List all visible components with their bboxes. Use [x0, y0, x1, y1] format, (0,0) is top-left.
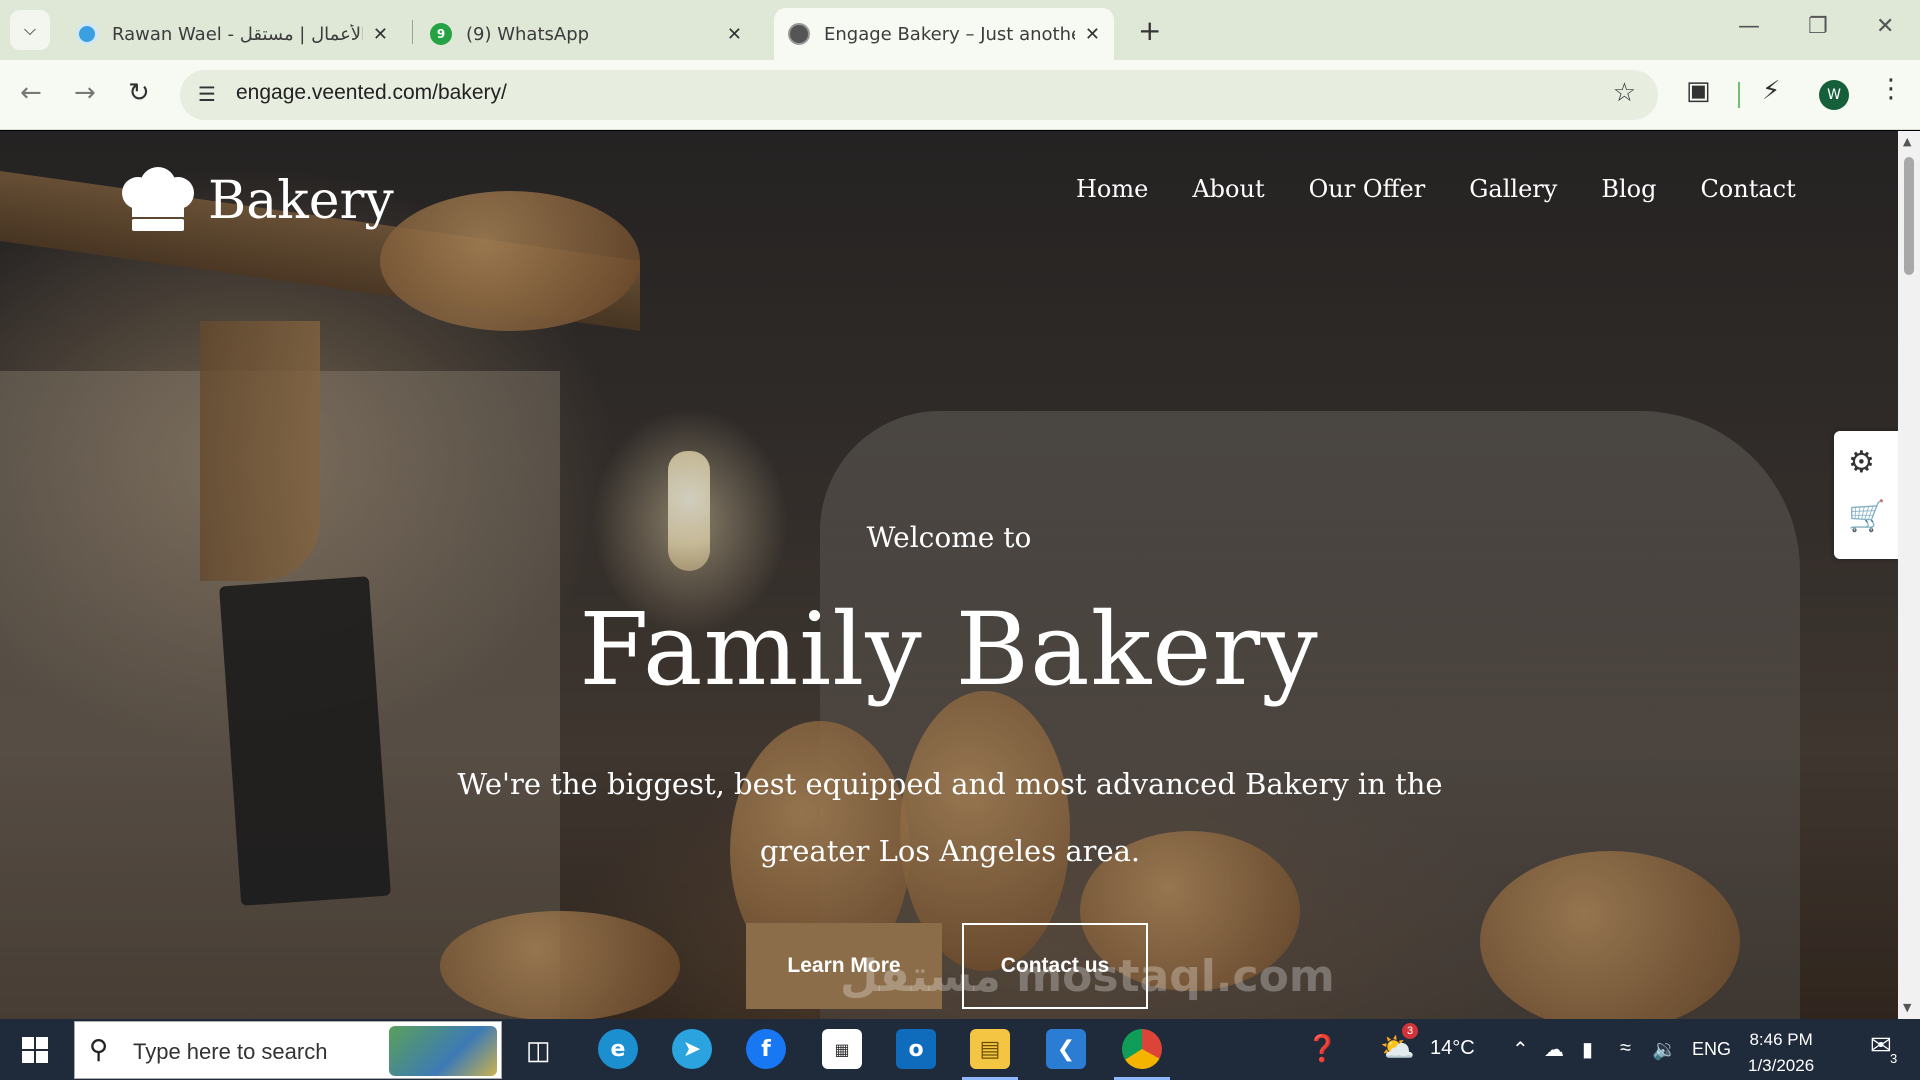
- tab-search-button[interactable]: ⌵: [10, 10, 50, 50]
- browser-tab-strip: ⌵ Rawan Wael - الأعمال | مستقل ✕ 9 (9) W…: [0, 0, 1920, 60]
- hero-title: Family Bakery: [579, 591, 1319, 708]
- address-bar[interactable]: ☰ engage.veented.com/bakery/ ☆: [180, 70, 1658, 120]
- url-text[interactable]: engage.veented.com/bakery/: [236, 81, 507, 105]
- main-navigation: Home About Our Offer Gallery Blog Contac…: [1076, 175, 1840, 203]
- taskbar-clock[interactable]: 8:46 PM 1/3/2026: [1748, 1027, 1814, 1079]
- scroll-down-arrow-icon[interactable]: ▼: [1903, 1001, 1911, 1014]
- weather-alert-badge: 3: [1402, 1023, 1418, 1039]
- clock-time: 8:46 PM: [1749, 1030, 1813, 1049]
- close-icon[interactable]: ✕: [373, 24, 388, 45]
- tab-whatsapp[interactable]: 9 (9) WhatsApp ✕: [416, 8, 756, 60]
- close-icon[interactable]: ✕: [1085, 24, 1100, 45]
- settings-gears-icon[interactable]: ⚙: [1848, 445, 1875, 480]
- wifi-icon[interactable]: ≈: [1620, 1037, 1631, 1060]
- clock-date: 1/3/2026: [1748, 1056, 1815, 1075]
- minimize-icon[interactable]: —: [1738, 14, 1760, 39]
- tab-badge: 9: [436, 27, 446, 41]
- whatsapp-icon: 9: [430, 23, 452, 45]
- chevron-down-icon: ⌵: [23, 20, 37, 39]
- profile-initial: W: [1827, 87, 1841, 103]
- windows-taskbar: ⚲ Type here to search ◫ e ➤ f ▦ o ▤ ❮ ❓ …: [0, 1019, 1920, 1080]
- page-scrollbar[interactable]: ▲ ▼: [1898, 131, 1920, 1019]
- battery-icon[interactable]: ▮: [1582, 1037, 1593, 1062]
- volume-icon[interactable]: 🔉: [1652, 1037, 1677, 1062]
- hero-description: We're the biggest, best equipped and mos…: [457, 767, 1443, 868]
- outlook-icon[interactable]: o: [896, 1029, 936, 1069]
- tab-title: (9) WhatsApp: [466, 23, 590, 45]
- edge-icon[interactable]: e: [598, 1029, 638, 1069]
- reload-icon[interactable]: ↻: [128, 78, 150, 108]
- shopping-cart-icon[interactable]: 🛒: [1848, 499, 1885, 534]
- back-arrow-icon[interactable]: ←: [20, 78, 42, 108]
- tab-engage-bakery[interactable]: Engage Bakery – Just another E ✕: [774, 8, 1114, 60]
- search-highlight-image: [389, 1026, 497, 1076]
- nav-about[interactable]: About: [1192, 175, 1264, 203]
- facebook-icon[interactable]: f: [746, 1029, 786, 1069]
- telegram-icon[interactable]: ➤: [672, 1029, 712, 1069]
- scroll-up-arrow-icon[interactable]: ▲: [1903, 135, 1911, 148]
- onedrive-cloud-icon[interactable]: ☁: [1544, 1037, 1564, 1062]
- bookmark-star-icon[interactable]: ☆: [1613, 78, 1636, 108]
- help-icon[interactable]: ❓: [1306, 1033, 1338, 1064]
- restore-icon[interactable]: ❐: [1808, 14, 1828, 39]
- new-tab-button[interactable]: +: [1138, 14, 1161, 47]
- vscode-icon[interactable]: ❮: [1046, 1029, 1086, 1069]
- hero-welcome: Welcome to: [866, 521, 1032, 554]
- site-settings-icon[interactable]: ☰: [198, 82, 216, 106]
- notification-count: 3: [1890, 1051, 1898, 1066]
- browser-menu-icon[interactable]: ⋮: [1878, 74, 1904, 104]
- nav-contact[interactable]: Contact: [1700, 175, 1795, 203]
- tab-title: Engage Bakery – Just another E: [824, 23, 1075, 45]
- chef-hat-icon: [122, 167, 194, 231]
- scrollbar-thumb[interactable]: [1904, 157, 1914, 275]
- toolbar-divider: [1738, 82, 1740, 108]
- search-placeholder: Type here to search: [133, 1039, 328, 1064]
- close-icon[interactable]: ✕: [727, 24, 742, 45]
- globe-icon: [788, 23, 810, 45]
- notifications-icon[interactable]: ✉: [1870, 1031, 1892, 1061]
- extensions-puzzle-icon[interactable]: ▣: [1686, 76, 1711, 106]
- mostaql-icon: [76, 23, 98, 45]
- forward-arrow-icon[interactable]: →: [74, 78, 96, 108]
- side-widget-panel: ⚙ 🛒: [1834, 431, 1898, 559]
- microsoft-store-icon[interactable]: ▦: [822, 1029, 862, 1069]
- logo-text: Bakery: [208, 171, 394, 231]
- file-explorer-icon[interactable]: ▤: [970, 1029, 1010, 1069]
- page-viewport: Bakery Home About Our Offer Gallery Blog…: [0, 131, 1898, 1019]
- chrome-icon[interactable]: [1122, 1029, 1162, 1069]
- profile-avatar[interactable]: W: [1819, 80, 1849, 110]
- taskbar-search-box[interactable]: ⚲ Type here to search: [74, 1021, 502, 1079]
- task-view-icon[interactable]: ◫: [526, 1035, 551, 1066]
- tab-mostaql[interactable]: Rawan Wael - الأعمال | مستقل ✕: [62, 8, 402, 60]
- window-close-icon[interactable]: ✕: [1876, 14, 1894, 39]
- chevron-up-icon[interactable]: ⌃: [1512, 1037, 1529, 1062]
- nav-blog[interactable]: Blog: [1601, 175, 1656, 203]
- nav-home[interactable]: Home: [1076, 175, 1148, 203]
- performance-icon[interactable]: ⚡: [1762, 76, 1780, 106]
- hero-dark-overlay: [0, 131, 1898, 1019]
- browser-toolbar: ← → ↻ ☰ engage.veented.com/bakery/ ☆ ▣ ⚡…: [0, 60, 1920, 130]
- site-logo[interactable]: Bakery: [116, 167, 394, 235]
- mostaql-watermark: مستقل mostaql.com: [840, 951, 1335, 1002]
- weather-temperature[interactable]: 14°C: [1430, 1037, 1475, 1060]
- nav-gallery[interactable]: Gallery: [1469, 175, 1557, 203]
- search-icon: ⚲: [89, 1035, 109, 1065]
- windows-start-icon[interactable]: [22, 1037, 48, 1063]
- language-indicator[interactable]: ENG: [1692, 1039, 1731, 1060]
- tab-separator: [412, 20, 413, 44]
- tab-title: Rawan Wael - الأعمال | مستقل: [112, 23, 363, 45]
- nav-our-offer[interactable]: Our Offer: [1309, 175, 1426, 203]
